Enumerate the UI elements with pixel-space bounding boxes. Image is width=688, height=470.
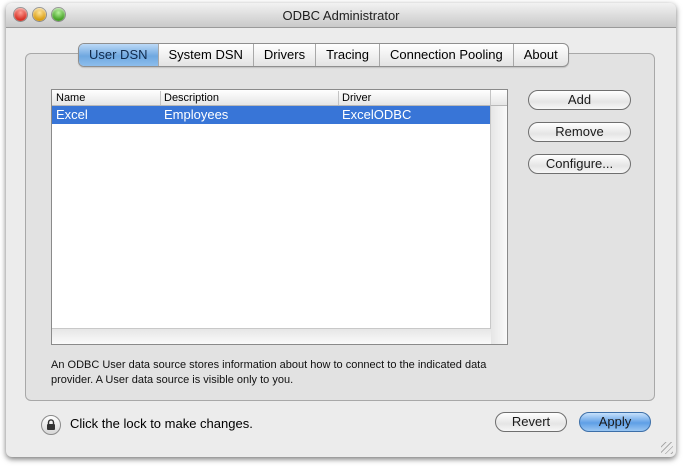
column-header-name[interactable]: Name [52,91,161,105]
tab-bar: User DSN System DSN Drivers Tracing Conn… [78,43,569,67]
table-header: Name Description Driver [52,90,491,106]
apply-button[interactable]: Apply [579,412,651,432]
odbc-window: ODBC Administrator User DSN System DSN D… [6,3,676,457]
column-header-description[interactable]: Description [160,91,339,105]
horizontal-scrollbar[interactable] [52,328,491,344]
cell-name: Excel [56,107,88,122]
title-bar[interactable]: ODBC Administrator [6,3,676,28]
add-button[interactable]: Add [528,90,631,110]
tab-system-dsn[interactable]: System DSN [159,44,254,66]
dsn-table: Name Description Driver Excel Employees … [51,89,508,345]
description-text: An ODBC User data source stores informat… [51,359,487,386]
tab-drivers[interactable]: Drivers [254,44,317,66]
cell-description: Employees [164,107,229,122]
tab-connection-pooling[interactable]: Connection Pooling [380,44,514,66]
column-header-driver[interactable]: Driver [338,91,491,105]
lock-label: Click the lock to make changes. [70,416,253,431]
table-header-corner [490,90,507,106]
tab-user-dsn[interactable]: User DSN [79,44,159,66]
configure-button[interactable]: Configure... [528,154,631,174]
remove-button[interactable]: Remove [528,122,631,142]
vertical-scrollbar[interactable] [490,106,507,344]
tab-tracing[interactable]: Tracing [316,44,380,66]
window-title: ODBC Administrator [282,8,400,23]
lock-icon[interactable] [41,415,61,435]
resize-grip-icon[interactable] [661,442,673,454]
table-row[interactable]: Excel Employees ExcelODBC [52,106,491,124]
tab-about[interactable]: About [514,44,568,66]
cell-driver: ExcelODBC [342,107,412,122]
revert-button[interactable]: Revert [495,412,567,432]
